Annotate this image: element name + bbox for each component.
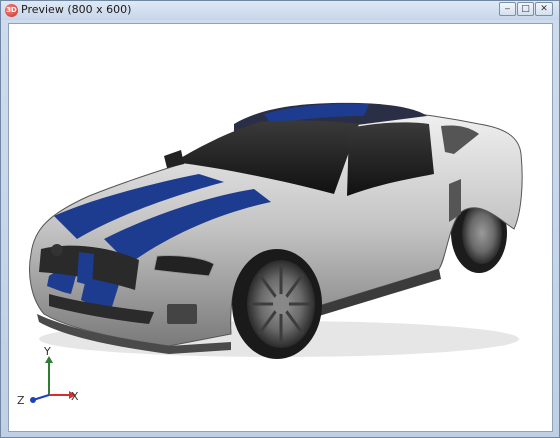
axis-gizmo: Y X Z [17,345,79,407]
title-bar[interactable]: 3D Preview (800 x 600) ‒ □ ✕ [1,1,559,20]
render-viewport[interactable]: Y X Z [8,23,553,432]
x-axis-label: X [71,390,79,403]
z-axis-dot [30,397,36,403]
front-wheel [232,249,322,359]
scene-canvas[interactable]: Y X Z [9,24,553,432]
z-axis-label: Z [17,394,25,407]
car-model [29,102,523,359]
window-controls: ‒ □ ✕ [499,2,553,17]
window-title: Preview (800 x 600) [21,3,132,16]
y-axis-label: Y [43,345,51,358]
app-logo-icon: 3D [5,4,18,17]
close-button[interactable]: ✕ [535,2,553,16]
minimize-button[interactable]: ‒ [499,2,516,16]
fog-light [51,244,63,256]
maximize-button[interactable]: □ [517,2,534,16]
preview-window: 3D Preview (800 x 600) ‒ □ ✕ Y X Z [0,0,560,438]
